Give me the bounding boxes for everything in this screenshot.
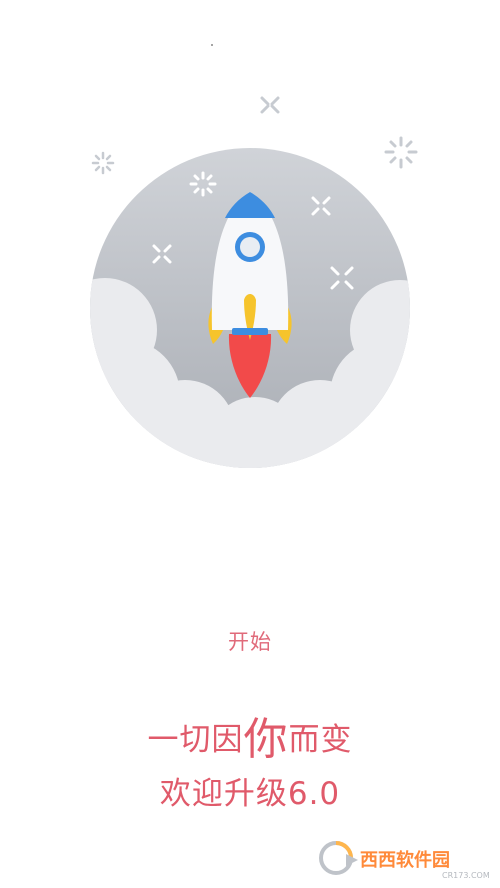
sparkle-burst-icon	[384, 136, 418, 169]
watermark-logo: 西西软件园 CR173.COM	[318, 838, 493, 882]
rocket-illustration	[90, 44, 418, 468]
watermark-domain: CR173.COM	[442, 871, 490, 880]
slogan-line-2: 欢迎升级6.0	[159, 776, 341, 812]
tiny-dot	[211, 44, 213, 46]
start-button[interactable]: 开始	[200, 622, 300, 662]
slogan-part-1: 一切因	[147, 722, 244, 758]
watermark-brand: 西西软件园	[360, 849, 450, 871]
slogan-part-2: 而变	[288, 722, 353, 758]
slogan-emphasis: 你	[243, 714, 289, 765]
slogan-line-1: 一切因你而变	[0, 712, 500, 768]
sparkle-icon	[260, 96, 280, 114]
sparkle-burst-small-icon	[91, 151, 115, 175]
